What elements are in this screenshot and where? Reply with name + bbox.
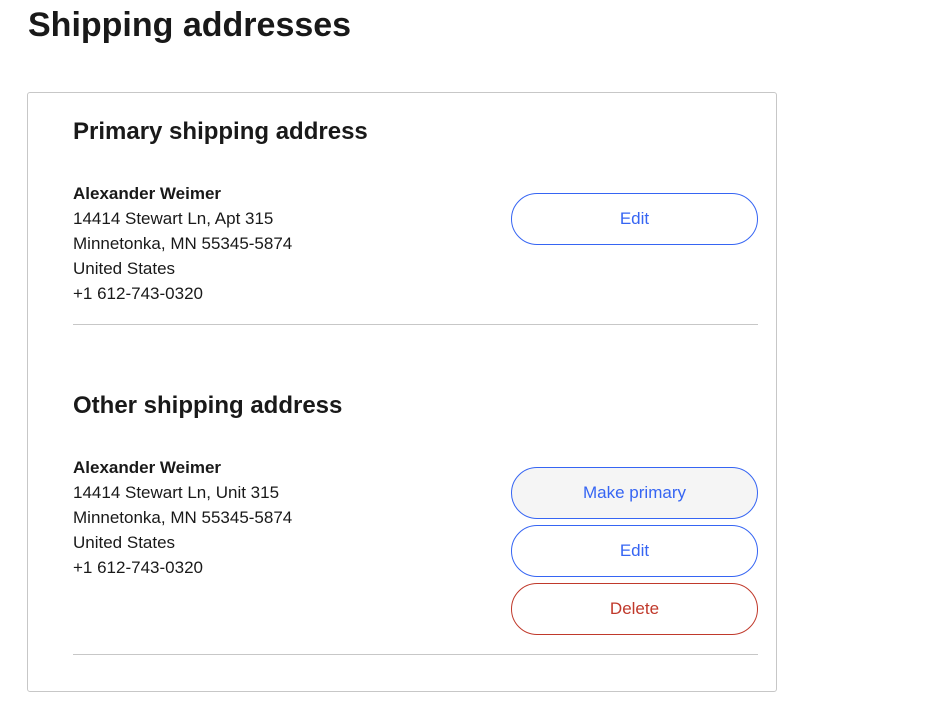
other-address-name: Alexander Weimer — [73, 458, 222, 477]
other-address-line2: Minnetonka, MN 55345-5874 — [73, 508, 293, 527]
other-address-actions: Make primary Edit Delete — [511, 467, 758, 641]
other-address-heading: Other shipping address — [73, 392, 343, 419]
primary-edit-button[interactable]: Edit — [511, 193, 758, 245]
addresses-card: Primary shipping address Alexander Weime… — [27, 92, 777, 692]
other-address-line1: 14414 Stewart Ln, Unit 315 — [73, 483, 280, 502]
primary-address-heading: Primary shipping address — [73, 118, 368, 145]
delete-button[interactable]: Delete — [511, 583, 758, 635]
primary-address-section: Primary shipping address Alexander Weime… — [73, 117, 758, 325]
primary-section-divider — [73, 324, 758, 325]
primary-address-block: Alexander Weimer 14414 Stewart Ln, Apt 3… — [73, 181, 292, 306]
primary-address-name: Alexander Weimer — [73, 184, 222, 203]
other-edit-button[interactable]: Edit — [511, 525, 758, 577]
other-address-country: United States — [73, 533, 176, 552]
primary-address-phone: +1 612-743-0320 — [73, 284, 203, 303]
other-section-divider — [73, 654, 758, 655]
make-primary-button[interactable]: Make primary — [511, 467, 758, 519]
primary-address-line2: Minnetonka, MN 55345-5874 — [73, 234, 293, 253]
other-address-section: Other shipping address Alexander Weimer … — [73, 391, 758, 655]
page-title: Shipping addresses — [28, 6, 352, 44]
primary-address-country: United States — [73, 259, 176, 278]
primary-address-line1: 14414 Stewart Ln, Apt 315 — [73, 209, 274, 228]
other-address-block: Alexander Weimer 14414 Stewart Ln, Unit … — [73, 455, 292, 580]
other-address-phone: +1 612-743-0320 — [73, 558, 203, 577]
primary-address-actions: Edit — [511, 193, 758, 251]
